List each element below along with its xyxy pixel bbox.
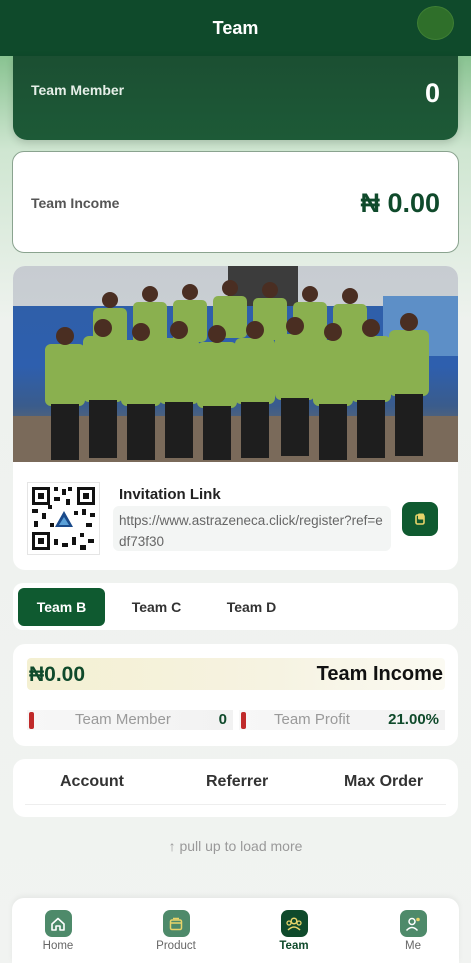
invitation-link-text[interactable]: https://www.astrazeneca.click/register?r… <box>113 506 391 551</box>
top-header: Team <box>0 0 471 56</box>
indicator-bar <box>29 712 34 729</box>
copy-icon <box>415 513 425 525</box>
team-tabs: Team B Team C Team D <box>13 583 458 630</box>
invitation-card: Invitation Link https://www.astrazeneca.… <box>13 266 458 570</box>
team-member-stat-value: 0 <box>218 711 227 728</box>
column-header-max-order: Max Order <box>344 773 424 790</box>
nav-item-team[interactable]: Team <box>264 910 324 952</box>
bottom-navigation: Home Product Team Me <box>12 898 459 963</box>
tab-team-c[interactable]: Team C <box>113 588 200 626</box>
team-income-value: ₦ 0.00 <box>360 188 440 218</box>
team-profit-stat-value: 21.00% <box>388 711 439 728</box>
team-member-card: Team Member 0 <box>13 56 458 140</box>
nav-item-product[interactable]: Product <box>146 910 206 952</box>
nav-item-home[interactable]: Home <box>28 910 88 952</box>
copy-link-button[interactable] <box>402 502 438 536</box>
nav-label-home: Home <box>42 940 74 952</box>
team-member-stat-label: Team Member <box>75 711 171 728</box>
team-member-stat: Team Member 0 <box>27 710 233 730</box>
pull-to-load-more[interactable]: ↑ pull up to load more <box>0 838 471 854</box>
divider <box>25 804 446 805</box>
tab-team-d[interactable]: Team D <box>208 588 295 626</box>
nav-item-me[interactable]: Me <box>383 910 443 952</box>
team-members-table: Account Referrer Max Order <box>13 759 458 817</box>
team-member-label: Team Member <box>31 82 125 98</box>
product-icon <box>162 910 190 937</box>
team-group-photo <box>13 266 458 462</box>
me-icon <box>399 910 427 937</box>
nav-label-product: Product <box>156 940 196 952</box>
team-icon <box>280 910 308 937</box>
column-header-account: Account <box>60 773 124 790</box>
team-income-amount: ₦0.00 <box>29 663 86 686</box>
home-icon <box>44 910 72 937</box>
team-profit-stat-label: Team Profit <box>274 711 350 728</box>
team-stats-card: ₦0.00 Team Income Team Member 0 Team Pro… <box>13 644 458 746</box>
team-profit-stat: Team Profit 21.00% <box>239 710 445 730</box>
indicator-bar <box>241 712 246 729</box>
nav-label-me: Me <box>405 940 421 952</box>
nav-label-team: Team <box>279 940 309 952</box>
team-income-label: Team Income <box>31 195 120 211</box>
team-income-title: Team Income <box>316 663 443 685</box>
group-photo-illustration <box>13 266 458 462</box>
column-header-referrer: Referrer <box>206 773 269 790</box>
invitation-link-title: Invitation Link <box>119 486 221 503</box>
tab-team-b[interactable]: Team B <box>18 588 105 626</box>
team-income-card: Team Income ₦ 0.00 <box>12 151 459 253</box>
team-member-value: 0 <box>424 78 440 108</box>
team-income-banner: ₦0.00 Team Income <box>27 658 445 690</box>
qr-code <box>27 482 100 555</box>
avatar[interactable] <box>417 6 454 40</box>
page-title: Team <box>212 17 259 38</box>
